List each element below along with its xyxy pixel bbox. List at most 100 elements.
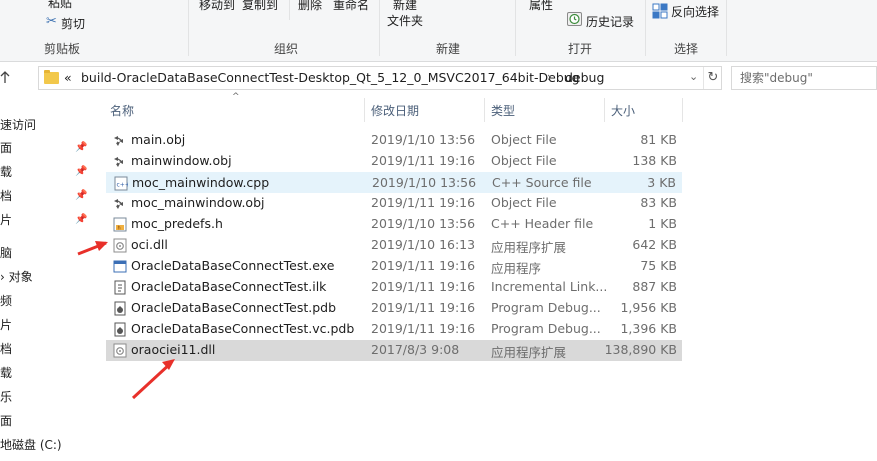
search-box[interactable] <box>731 66 877 90</box>
pin-icon: 📌 <box>75 166 88 177</box>
breadcrumb-build-folder[interactable]: build-OracleDataBaseConnectTest-Desktop_… <box>81 70 580 85</box>
file-type: Object File <box>491 132 557 147</box>
nav-item-videos[interactable]: 频 <box>0 292 12 309</box>
nav-item-pictures-pc[interactable]: 片 <box>0 316 12 333</box>
file-row[interactable]: OracleDataBaseConnectTest.exe 2019/1/11 1… <box>106 256 682 277</box>
dll-icon <box>113 343 127 358</box>
file-row[interactable]: main.obj 2019/1/10 13:56 Object File 81 KB <box>106 130 682 151</box>
exe-icon <box>113 259 127 274</box>
group-select-label: 选择 <box>674 42 699 56</box>
nav-item-music[interactable]: 乐 <box>0 388 12 405</box>
pin-icon: 📌 <box>75 190 88 201</box>
cut-button[interactable]: 剪切 <box>61 15 85 32</box>
file-modified-date: 2019/1/10 13:56 <box>371 216 476 231</box>
file-row[interactable]: moc_mainwindow.obj 2019/1/11 19:16 Object … <box>106 193 682 214</box>
nav-item-downloads-pc[interactable]: 载 <box>0 364 12 381</box>
file-type: Object File <box>491 153 557 168</box>
nav-item-3d-objects[interactable]: › 对象 <box>0 268 33 285</box>
file-list: ^ 名称 修改日期 类型 大小 main.obj 2019/1/10 13:56 O… <box>104 92 877 461</box>
obj-icon <box>113 133 127 148</box>
pdb-icon <box>113 322 127 337</box>
pin-icon: 📌 <box>75 214 88 225</box>
file-row[interactable]: c++ moc_mainwindow.cpp 2019/1/10 13:56 C++ … <box>106 172 682 193</box>
file-name: OracleDataBaseConnectTest.vc.pdb <box>131 321 355 336</box>
copy-to-button[interactable]: 复制到 <box>242 0 278 13</box>
file-name: moc_mainwindow.cpp <box>132 175 270 190</box>
header-icon: h <box>113 217 127 232</box>
file-modified-date: 2019/1/10 13:56 <box>372 175 477 190</box>
nav-item-quick-access[interactable]: 速访问 <box>0 116 36 133</box>
obj-icon <box>113 196 127 211</box>
file-type: Program Debug... <box>491 321 601 336</box>
file-modified-date: 2019/1/11 19:16 <box>371 153 476 168</box>
obj-icon <box>113 154 127 169</box>
file-row[interactable]: OracleDataBaseConnectTest.pdb 2019/1/11 1… <box>106 298 682 319</box>
delete-button[interactable]: 删除 <box>298 0 322 13</box>
file-row[interactable]: mainwindow.obj 2019/1/11 19:16 Object File… <box>106 151 682 172</box>
nav-item-desktop-pc[interactable]: 面 <box>0 412 12 429</box>
new-folder-label[interactable]: 文件夹 <box>387 12 423 29</box>
properties-button[interactable]: 属性 <box>529 0 553 13</box>
column-divider[interactable] <box>364 98 365 122</box>
file-name: oraociei11.dll <box>131 342 216 357</box>
breadcrumb-debug[interactable]: debug <box>565 70 604 85</box>
paste-label[interactable]: 粘贴 <box>48 0 72 11</box>
scissors-icon: ✂ <box>46 14 57 29</box>
file-type: Program Debug... <box>491 300 601 315</box>
file-row[interactable]: h moc_predefs.h 2019/1/10 13:56 C++ Header … <box>106 214 682 235</box>
ribbon-divider <box>515 0 516 56</box>
refresh-icon[interactable]: ↻ <box>703 67 722 89</box>
move-to-button[interactable]: 移动到 <box>199 0 235 13</box>
file-name: OracleDataBaseConnectTest.exe <box>131 258 335 273</box>
file-modified-date: 2019/1/11 19:16 <box>371 195 476 210</box>
file-modified-date: 2019/1/10 16:13 <box>371 237 476 252</box>
file-type: 应用程序扩展 <box>491 240 567 255</box>
file-modified-date: 2017/8/3 9:08 <box>371 342 460 357</box>
file-row[interactable]: oraociei11.dll 2017/8/3 9:08 应用程序扩展 138,890… <box>106 340 682 361</box>
file-name: main.obj <box>131 132 186 147</box>
search-input[interactable] <box>732 67 872 89</box>
file-row[interactable]: OracleDataBaseConnectTest.ilk 2019/1/11 1… <box>106 277 682 298</box>
nav-item-desktop[interactable]: 面 <box>0 139 12 156</box>
file-type: C++ Header file <box>491 216 594 231</box>
file-name: OracleDataBaseConnectTest.pdb <box>131 300 337 315</box>
breadcrumb-overflow[interactable]: « <box>64 70 72 85</box>
pdb-icon <box>113 301 127 316</box>
ribbon-divider <box>379 0 380 56</box>
column-divider[interactable] <box>604 98 605 122</box>
file-type: C++ Source file <box>492 175 592 190</box>
invert-selection-button[interactable]: 反向选择 <box>671 3 719 20</box>
ribbon-divider <box>726 0 727 56</box>
file-size: 83 KB <box>640 195 677 210</box>
history-icon <box>567 12 582 26</box>
nav-item-documents[interactable]: 档 <box>0 187 12 204</box>
invert-selection-icon <box>652 3 668 22</box>
file-name: oci.dll <box>131 237 168 252</box>
column-header-size[interactable]: 大小 <box>611 102 635 119</box>
column-divider[interactable] <box>682 98 683 122</box>
ilk-icon <box>113 280 127 295</box>
file-name: OracleDataBaseConnectTest.ilk <box>131 279 327 294</box>
history-button[interactable]: 历史记录 <box>586 13 634 30</box>
address-bar[interactable]: « build-OracleDataBaseConnectTest-Deskto… <box>38 66 722 90</box>
file-modified-date: 2019/1/11 19:16 <box>371 321 476 336</box>
nav-item-pictures[interactable]: 片 <box>0 211 12 228</box>
file-size: 3 KB <box>647 175 676 190</box>
column-header-type[interactable]: 类型 <box>491 102 515 119</box>
up-arrow-icon[interactable] <box>0 70 10 84</box>
rename-button[interactable]: 重命名 <box>333 0 369 13</box>
svg-text:c++: c++ <box>117 182 129 189</box>
breadcrumb-separator[interactable]: › <box>547 70 552 84</box>
file-row[interactable]: oci.dll 2019/1/10 16:13 应用程序扩展 642 KB <box>106 235 682 256</box>
nav-item-this-pc[interactable]: 脑 <box>0 244 12 261</box>
file-row[interactable]: OracleDataBaseConnectTest.vc.pdb 2019/1/1… <box>106 319 682 340</box>
file-modified-date: 2019/1/10 13:56 <box>371 132 476 147</box>
column-divider[interactable] <box>484 98 485 122</box>
column-header-date[interactable]: 修改日期 <box>371 102 419 119</box>
nav-item-downloads[interactable]: 载 <box>0 163 12 180</box>
chevron-down-icon[interactable]: ⌄ <box>689 70 698 83</box>
nav-item-documents-pc[interactable]: 档 <box>0 340 12 357</box>
file-name: moc_mainwindow.obj <box>131 195 265 210</box>
column-header-name[interactable]: 名称 <box>110 102 134 119</box>
nav-item-local-disk-c[interactable]: 地磁盘 (C:) <box>0 436 62 453</box>
